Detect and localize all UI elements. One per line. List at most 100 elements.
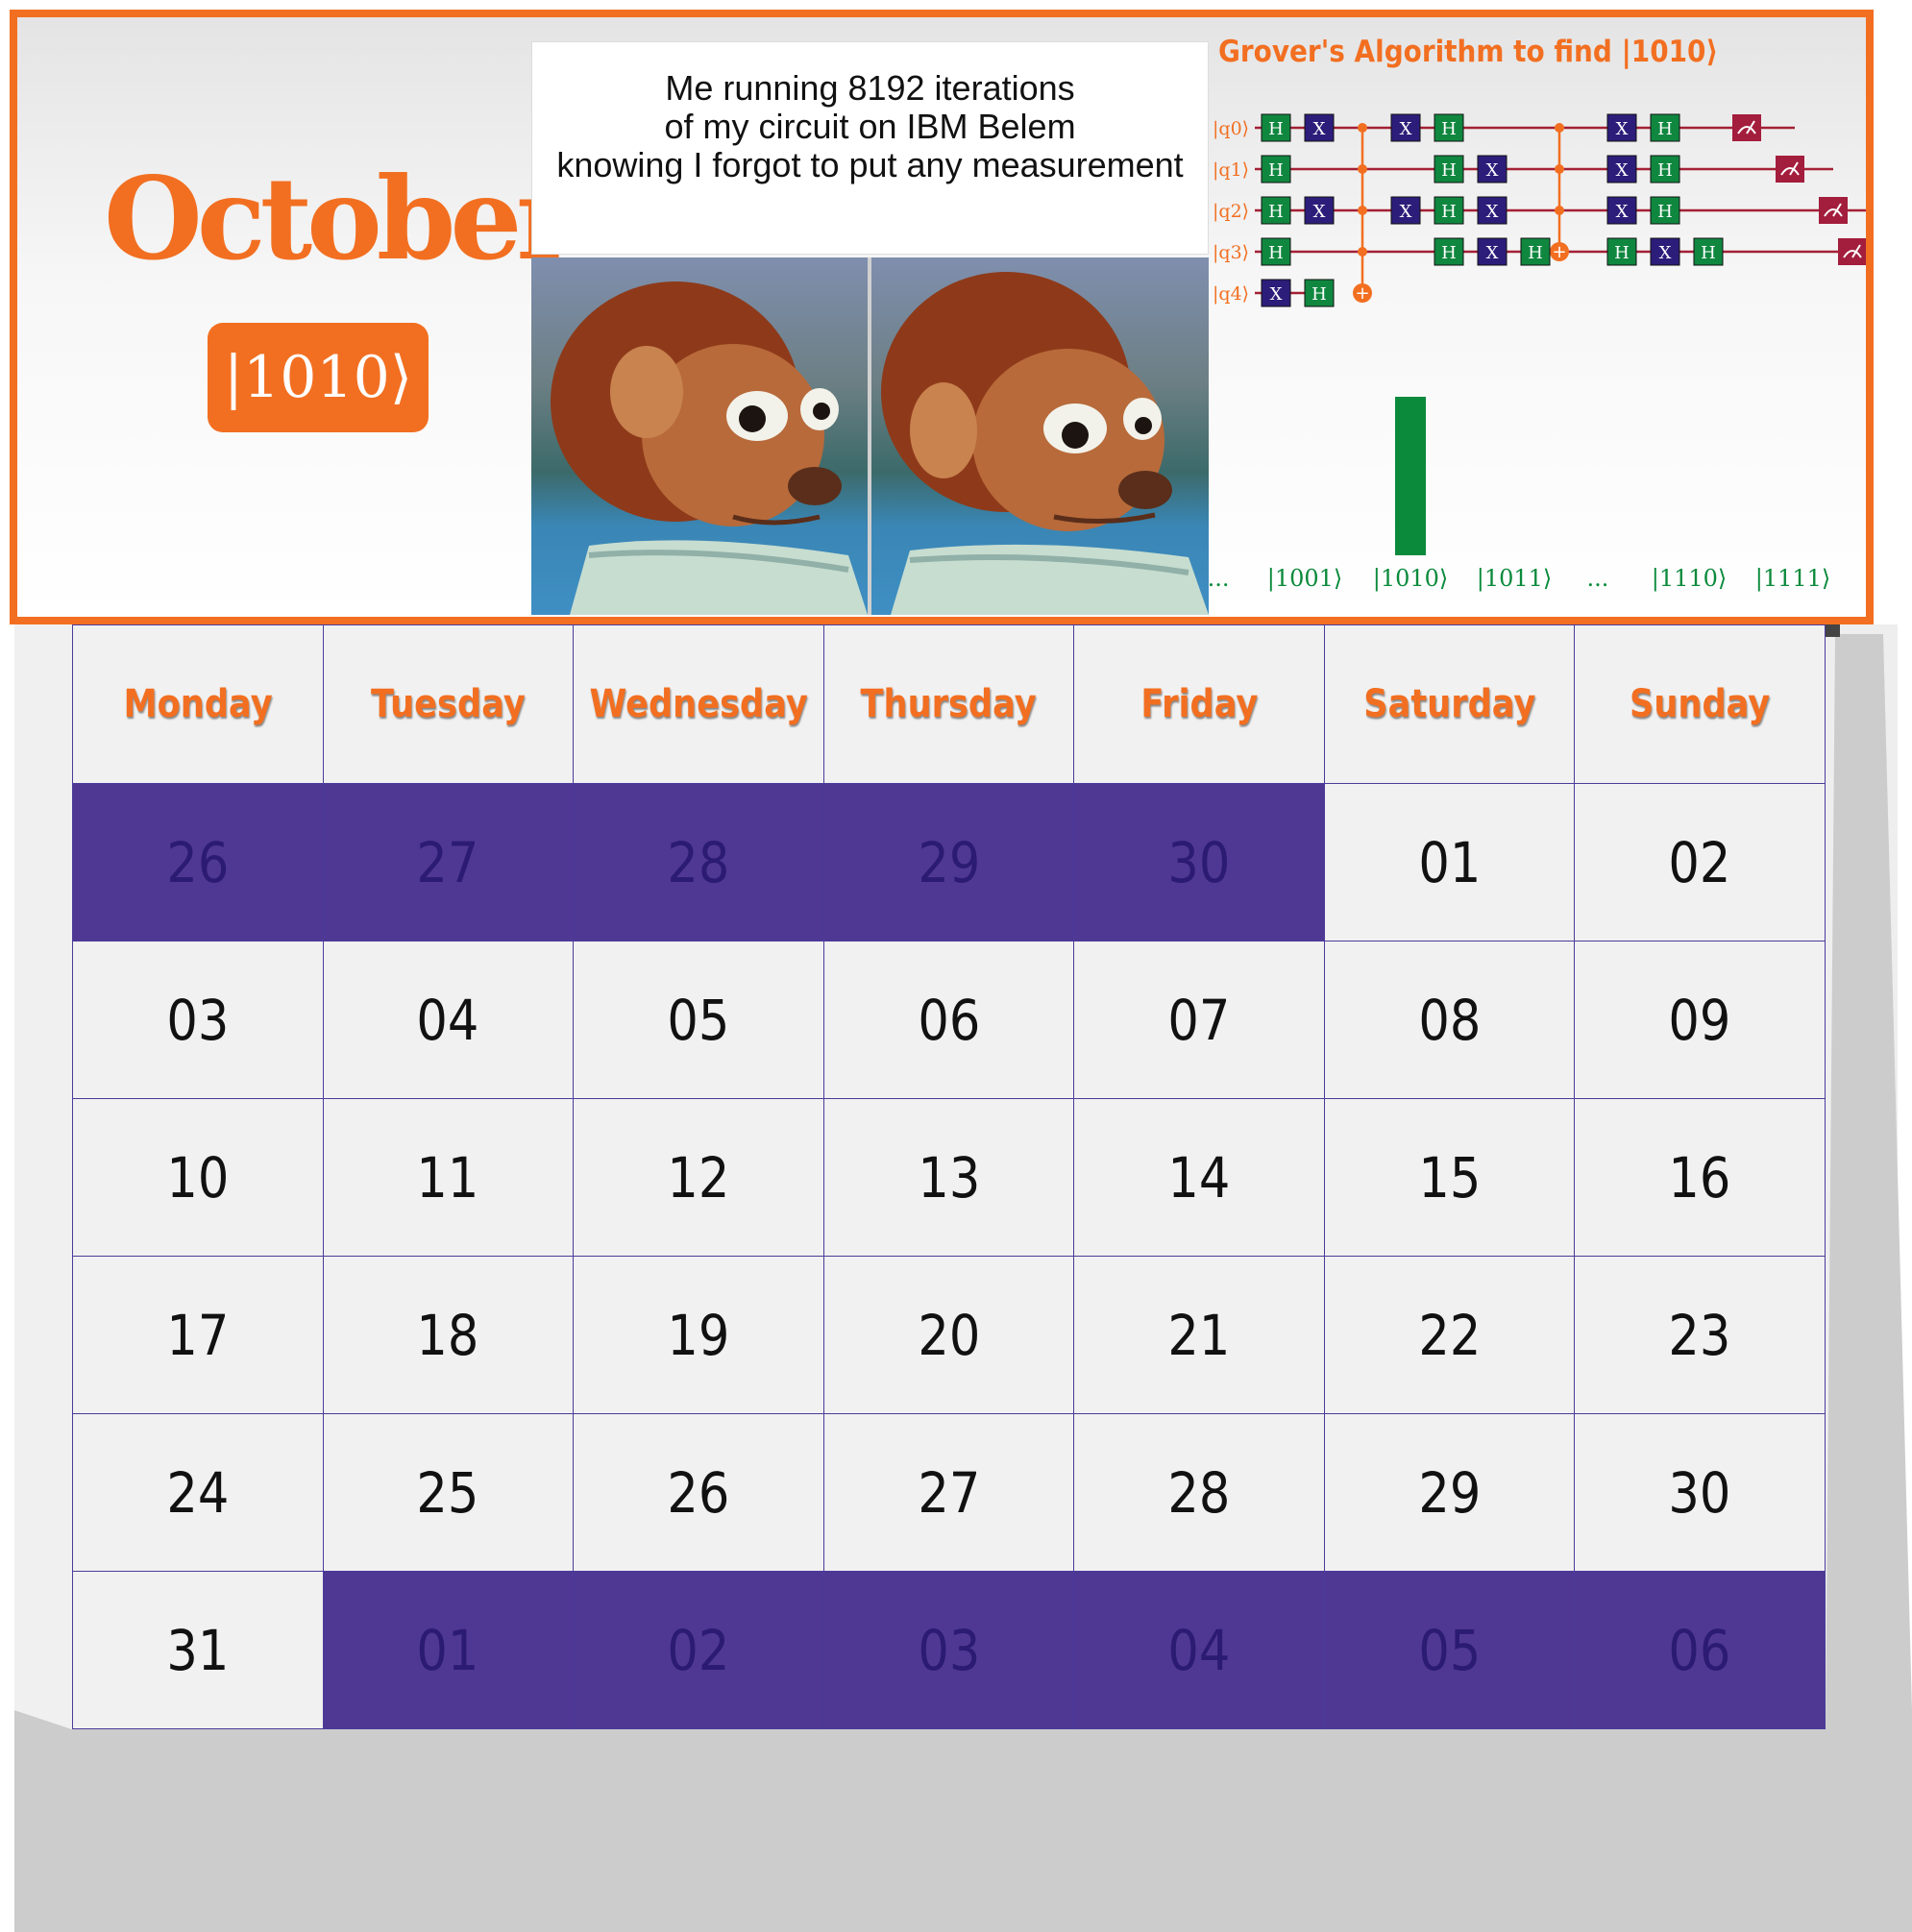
gate-label: X bbox=[1486, 202, 1499, 222]
calendar-day-number: 10 bbox=[166, 1144, 230, 1211]
gate-label: H bbox=[1268, 243, 1284, 263]
calendar-day[interactable]: 22 bbox=[1323, 1256, 1576, 1414]
target-symbol: + bbox=[1355, 283, 1369, 304]
gate-label: H bbox=[1441, 202, 1457, 222]
calendar-day-outside-month[interactable]: 05 bbox=[1323, 1571, 1576, 1729]
gate-label: H bbox=[1441, 119, 1457, 139]
calendar-day-number: 16 bbox=[1668, 1144, 1731, 1211]
gate-label: H bbox=[1311, 284, 1327, 305]
calendar-grid: Monday Tuesday Wednesday Thursday Friday… bbox=[72, 624, 1826, 1729]
calendar-day-number: 11 bbox=[416, 1144, 479, 1211]
calendar-day[interactable]: 03 bbox=[72, 941, 324, 1099]
gate-label: X bbox=[1270, 284, 1283, 305]
calendar-day-number: 27 bbox=[416, 829, 479, 895]
calendar-day-number: 01 bbox=[416, 1617, 479, 1683]
calendar-day[interactable]: 31 bbox=[72, 1571, 324, 1729]
histogram-tick-label: ... bbox=[1587, 565, 1609, 592]
calendar-day[interactable]: 04 bbox=[322, 941, 575, 1099]
calendar-day-outside-month[interactable]: 03 bbox=[822, 1571, 1075, 1729]
calendar-day-number: 15 bbox=[1418, 1144, 1482, 1211]
qubit-label: |q1⟩ bbox=[1213, 159, 1249, 181]
calendar-day[interactable]: 20 bbox=[822, 1256, 1075, 1414]
calendar-day[interactable]: 15 bbox=[1323, 1098, 1576, 1257]
calendar-day[interactable]: 30 bbox=[1574, 1413, 1826, 1572]
weekday-monday: Monday bbox=[72, 624, 324, 784]
calendar-day[interactable]: 26 bbox=[573, 1413, 824, 1572]
gate-label: H bbox=[1441, 243, 1457, 263]
calendar-day-number: 21 bbox=[1167, 1302, 1231, 1368]
calendar-day-number: 12 bbox=[667, 1144, 730, 1211]
calendar-day[interactable]: 25 bbox=[322, 1413, 575, 1572]
calendar-day-outside-month[interactable]: 28 bbox=[573, 783, 824, 942]
meme-panel-right bbox=[871, 257, 1209, 615]
calendar-day-number: 29 bbox=[1418, 1459, 1482, 1526]
control-dot bbox=[1358, 206, 1367, 215]
gate-label: X bbox=[1486, 160, 1499, 181]
qubit-label: |q3⟩ bbox=[1213, 242, 1249, 263]
gate-label: H bbox=[1268, 202, 1284, 222]
calendar-day[interactable]: 24 bbox=[72, 1413, 324, 1572]
qubit-label: |q2⟩ bbox=[1213, 201, 1249, 222]
calendar-day[interactable]: 07 bbox=[1073, 941, 1325, 1099]
calendar-day-outside-month[interactable]: 06 bbox=[1574, 1571, 1826, 1729]
calendar-day[interactable]: 28 bbox=[1073, 1413, 1325, 1572]
calendar-day[interactable]: 23 bbox=[1574, 1256, 1826, 1414]
calendar-day-number: 05 bbox=[667, 987, 730, 1053]
calendar-day-outside-month[interactable]: 04 bbox=[1073, 1571, 1325, 1729]
calendar-day[interactable]: 19 bbox=[573, 1256, 824, 1414]
calendar-day-outside-month[interactable]: 01 bbox=[322, 1571, 575, 1729]
calendar-day-number: 30 bbox=[1668, 1459, 1731, 1526]
gate-label: H bbox=[1701, 243, 1716, 263]
calendar-week-row: 03 04 05 06 07 08 09 bbox=[72, 941, 1826, 1099]
calendar-day[interactable]: 12 bbox=[573, 1098, 824, 1257]
gate-label: X bbox=[1616, 160, 1629, 181]
qubit-label: |q0⟩ bbox=[1213, 118, 1249, 139]
control-dot bbox=[1555, 164, 1564, 174]
calendar-day-outside-month[interactable]: 02 bbox=[573, 1571, 824, 1729]
calendar-week-row: 31 01 02 03 04 05 06 bbox=[72, 1571, 1826, 1729]
calendar-day[interactable]: 06 bbox=[822, 941, 1075, 1099]
calendar-day-outside-month[interactable]: 29 bbox=[822, 783, 1075, 942]
calendar-day[interactable]: 13 bbox=[822, 1098, 1075, 1257]
calendar-day[interactable]: 10 bbox=[72, 1098, 324, 1257]
calendar-week-row: 10 11 12 13 14 15 16 bbox=[72, 1098, 1826, 1257]
calendar-day-number: 22 bbox=[1418, 1302, 1482, 1368]
gate-label: X bbox=[1616, 202, 1629, 222]
measurement-histogram: ... |1001⟩ |1010⟩ |1011⟩... |1110⟩ |1111⟩ bbox=[1209, 397, 1831, 593]
calendar-day[interactable]: 21 bbox=[1073, 1256, 1325, 1414]
calendar-day[interactable]: 05 bbox=[573, 941, 824, 1099]
calendar-day-number: 07 bbox=[1167, 987, 1231, 1053]
calendar-day-number: 25 bbox=[416, 1459, 479, 1526]
histogram-tick-label: |1011⟩ bbox=[1477, 565, 1553, 593]
weekday-tuesday: Tuesday bbox=[322, 624, 575, 784]
calendar-day-number: 18 bbox=[416, 1302, 479, 1368]
calendar-day-number: 04 bbox=[1167, 1617, 1231, 1683]
calendar-day[interactable]: 11 bbox=[322, 1098, 575, 1257]
calendar-day-outside-month[interactable]: 26 bbox=[72, 783, 324, 942]
calendar-day-number: 01 bbox=[1418, 829, 1482, 895]
calendar-day[interactable]: 01 bbox=[1323, 783, 1576, 942]
month-title: October bbox=[104, 152, 576, 285]
histogram-tick-label: |1111⟩ bbox=[1755, 565, 1831, 593]
calendar-day-number: 26 bbox=[667, 1459, 730, 1526]
calendar-day[interactable]: 16 bbox=[1574, 1098, 1826, 1257]
calendar-day[interactable]: 27 bbox=[822, 1413, 1075, 1572]
calendar-day[interactable]: 02 bbox=[1574, 783, 1826, 942]
gate-label: X bbox=[1616, 119, 1629, 139]
calendar-header: October |1010⟩ Me running 8192 iteration… bbox=[10, 10, 1874, 624]
control-dot bbox=[1555, 206, 1564, 215]
calendar-day-number: 02 bbox=[667, 1617, 730, 1683]
calendar-day-number: 08 bbox=[1418, 987, 1482, 1053]
calendar-day[interactable]: 18 bbox=[322, 1256, 575, 1414]
calendar-day[interactable]: 29 bbox=[1323, 1413, 1576, 1572]
meme-caption-line: of my circuit on IBM Belem bbox=[664, 107, 1076, 146]
calendar-day-outside-month[interactable]: 30 bbox=[1073, 783, 1325, 942]
calendar-day-number: 24 bbox=[166, 1459, 230, 1526]
calendar-day-number: 30 bbox=[1167, 829, 1231, 895]
calendar-day[interactable]: 17 bbox=[72, 1256, 324, 1414]
calendar-day[interactable]: 08 bbox=[1323, 941, 1576, 1099]
calendar-day[interactable]: 14 bbox=[1073, 1098, 1325, 1257]
weekday-thursday: Thursday bbox=[822, 624, 1075, 784]
calendar-day-outside-month[interactable]: 27 bbox=[322, 783, 575, 942]
calendar-day[interactable]: 09 bbox=[1574, 941, 1826, 1099]
